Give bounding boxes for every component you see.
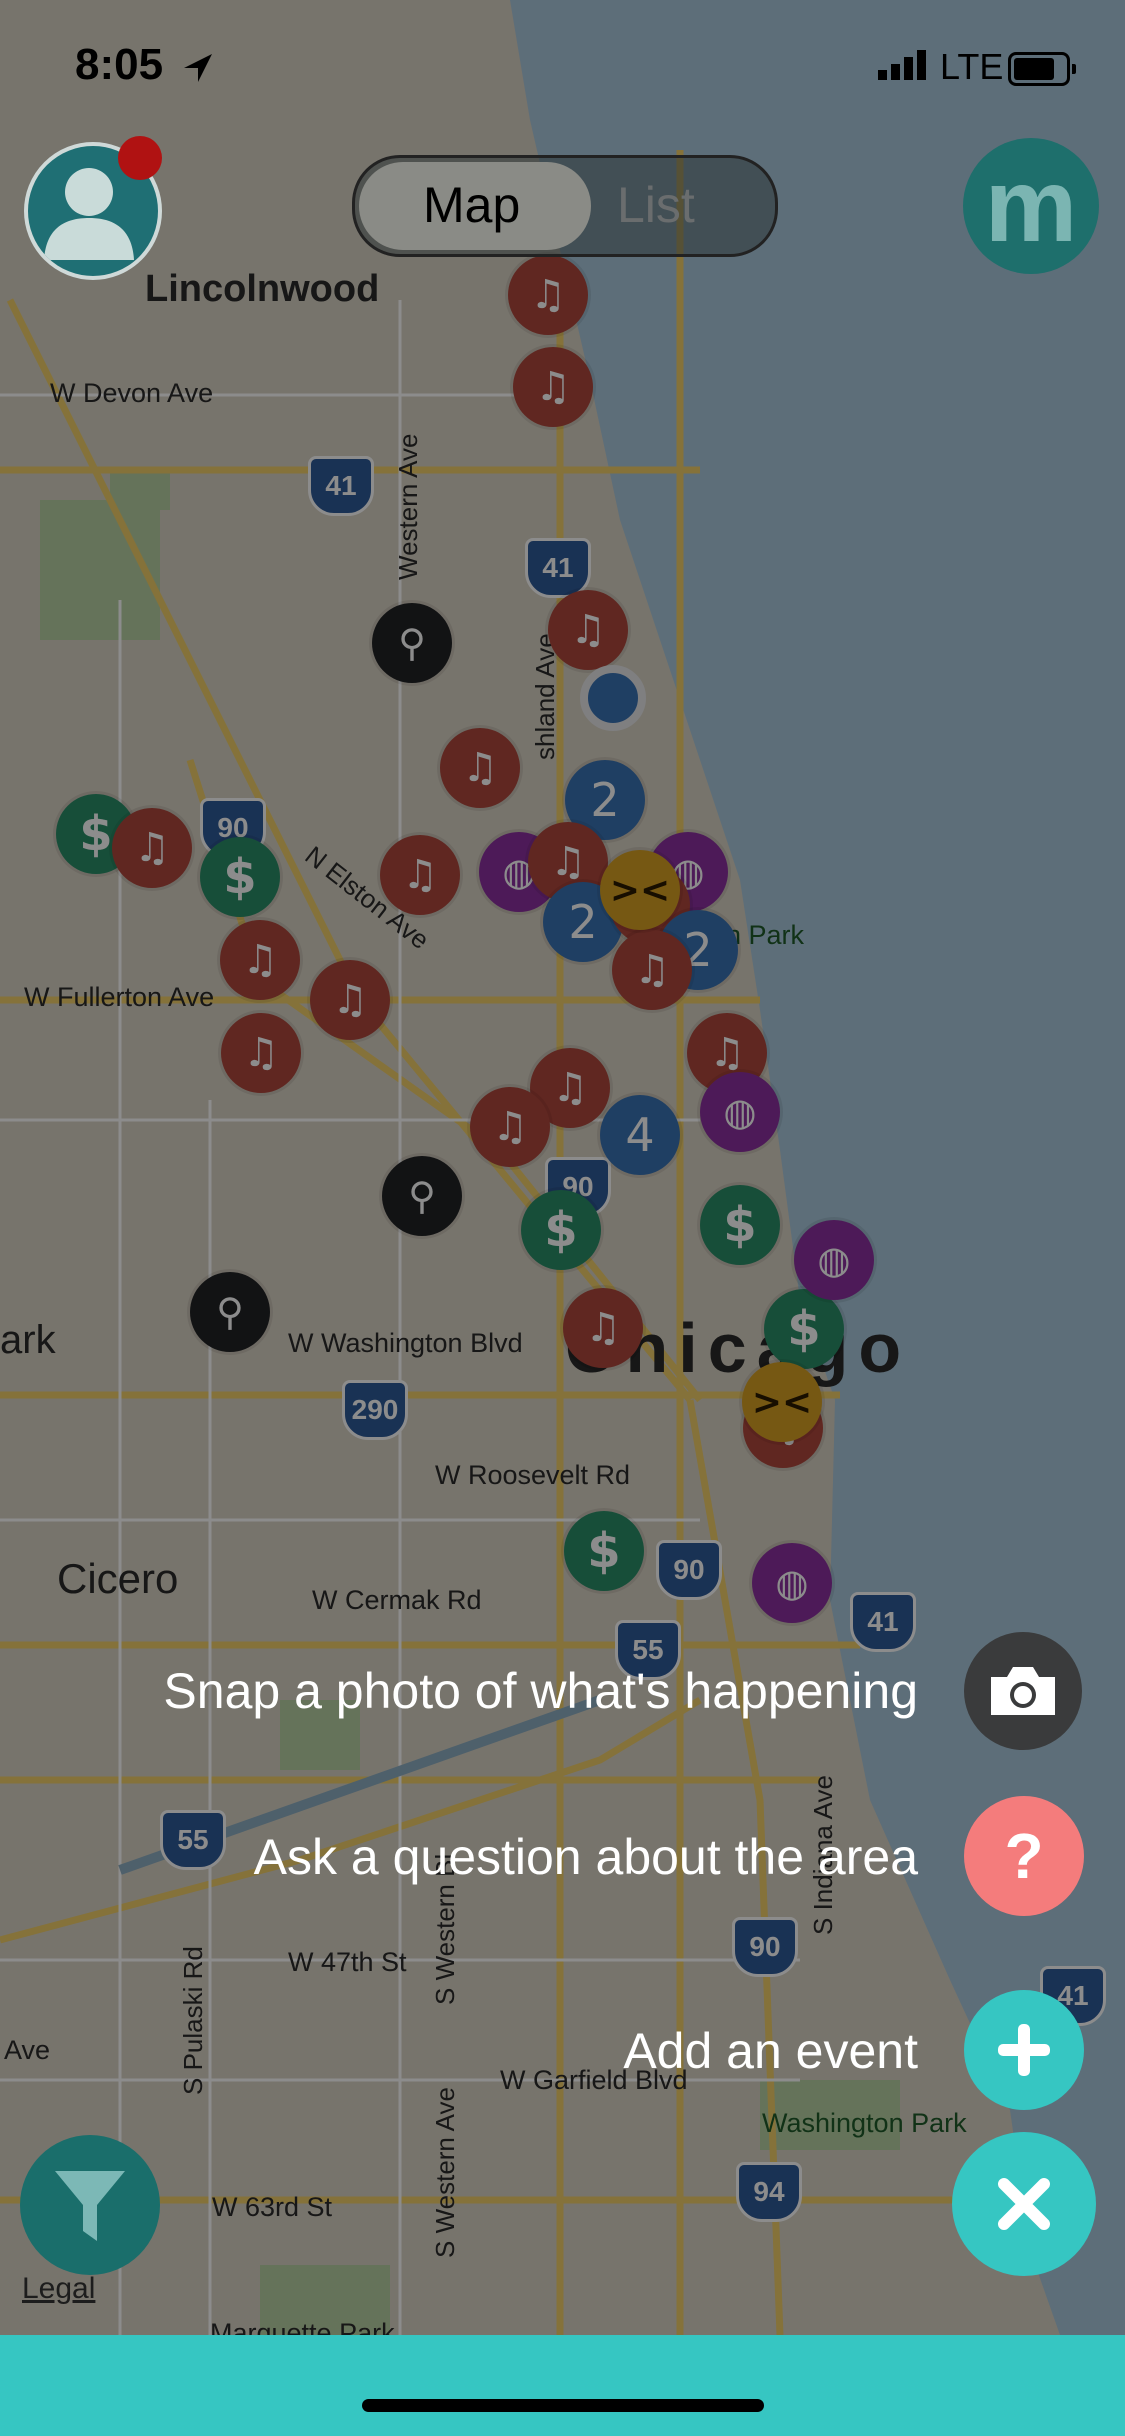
status-time: 8:05	[75, 40, 164, 89]
battery-icon	[1008, 52, 1076, 86]
app-logo-button[interactable]: m	[963, 138, 1099, 274]
signal-icon	[878, 50, 926, 80]
camera-icon	[991, 1667, 1055, 1715]
event-action-label[interactable]: Add an event	[623, 2022, 918, 2080]
view-toggle: Map List	[352, 155, 778, 257]
question-action-label[interactable]: Ask a question about the area	[254, 1828, 918, 1886]
tab-list[interactable]: List	[617, 176, 695, 234]
question-mark-icon: ?	[1004, 1820, 1044, 1892]
bottom-bar	[0, 2335, 1125, 2436]
photo-button[interactable]	[964, 1632, 1082, 1750]
legal-link[interactable]: Legal	[22, 2272, 95, 2306]
close-icon	[998, 2178, 1050, 2230]
plus-icon	[998, 2024, 1050, 2076]
dim-overlay[interactable]	[0, 0, 1125, 2335]
home-indicator[interactable]	[362, 2399, 764, 2412]
location-arrow-icon	[184, 54, 212, 82]
tab-map-label: Map	[423, 177, 521, 233]
filter-icon	[55, 2171, 125, 2241]
network-type: LTE	[940, 46, 1004, 87]
close-menu-button[interactable]	[952, 2132, 1096, 2276]
status-bar: 8:05 LTE	[0, 0, 1125, 130]
notification-badge	[118, 136, 162, 180]
filter-button[interactable]	[20, 2135, 160, 2275]
ask-question-button[interactable]: ?	[964, 1796, 1084, 1916]
photo-action-label[interactable]: Snap a photo of what's happening	[163, 1662, 918, 1720]
add-event-button[interactable]	[964, 1990, 1084, 2110]
